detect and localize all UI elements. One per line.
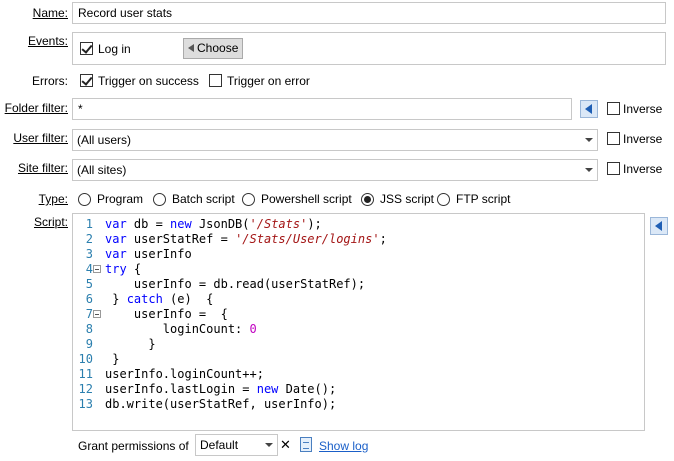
code-text: db.write(userStatRef, userInfo); — [105, 397, 337, 411]
line-number: 5 — [85, 277, 93, 291]
choose-button[interactable]: Choose — [183, 38, 243, 59]
folder-filter-picker-button[interactable] — [580, 100, 598, 118]
name-input[interactable]: Record user stats — [72, 2, 666, 24]
type-radio-powershell[interactable] — [242, 193, 255, 206]
line-number: 9 — [85, 337, 93, 351]
line-number: 13 — [78, 397, 93, 411]
type-radio-ftp[interactable] — [437, 193, 450, 206]
document-icon — [300, 437, 312, 452]
folder-filter-input[interactable]: * — [72, 98, 572, 120]
code-text: } — [105, 352, 120, 366]
code-text: var db = new JsonDB('/Stats'); — [105, 217, 322, 231]
code-text: } catch (e) { — [105, 292, 214, 306]
type-label-jss: JSS script — [380, 192, 435, 206]
line-number: 7 — [85, 307, 93, 321]
code-text: loginCount: 0 — [105, 322, 257, 336]
code-text: } — [105, 337, 156, 351]
trigger-success-checkbox[interactable] — [80, 74, 93, 87]
user-filter-inverse-label: Inverse — [623, 132, 663, 146]
type-radio-jss[interactable] — [361, 193, 374, 206]
code-text: var userStatRef = '/Stats/User/logins'; — [105, 232, 387, 246]
chevron-down-icon — [265, 443, 273, 447]
line-number: 10 — [78, 352, 93, 366]
code-text: var userInfo — [105, 247, 192, 261]
folder-filter-inverse-label: Inverse — [623, 102, 663, 116]
code-text: try { — [105, 262, 142, 276]
site-filter-inverse-label: Inverse — [623, 162, 663, 176]
events-label: Events: — [27, 34, 68, 48]
line-number: 11 — [78, 367, 93, 381]
clear-icon[interactable]: ✕ — [280, 438, 291, 452]
type-label-ftp: FTP script — [456, 192, 511, 206]
events-box — [72, 32, 666, 65]
script-editor[interactable]: 1 var db = new JsonDB('/Stats'); 2 var user… — [72, 213, 645, 431]
login-label: Log in — [98, 42, 131, 56]
arrow-left-icon — [655, 221, 662, 231]
site-filter-label: Site filter: — [17, 161, 68, 175]
user-filter-label: User filter: — [13, 131, 68, 145]
line-number: 12 — [78, 382, 93, 396]
code-text: userInfo = { — [105, 307, 228, 321]
code-text: userInfo.lastLogin = new Date(); — [105, 382, 337, 396]
line-number: 4 — [85, 262, 93, 276]
arrow-left-icon — [585, 104, 592, 114]
name-label: Name: — [32, 6, 68, 20]
code-text: userInfo = db.read(userStatRef); — [105, 277, 366, 291]
user-filter-select[interactable]: (All users) — [72, 129, 598, 151]
script-label: Script: — [33, 215, 68, 229]
folder-filter-label: Folder filter: — [4, 101, 68, 115]
type-radio-batch[interactable] — [153, 193, 166, 206]
line-number: 1 — [85, 217, 93, 231]
show-log-link[interactable]: Show log — [319, 439, 368, 453]
script-insert-button[interactable] — [650, 217, 668, 235]
choose-arrow-icon — [188, 44, 194, 52]
user-filter-inverse-checkbox[interactable] — [607, 132, 620, 145]
site-filter-select[interactable]: (All sites) — [72, 159, 598, 181]
chevron-down-icon — [585, 168, 593, 172]
code-text: userInfo.loginCount++; — [105, 367, 264, 381]
trigger-error-checkbox[interactable] — [209, 74, 222, 87]
line-number: 8 — [85, 322, 93, 336]
fold-collapse-icon[interactable] — [93, 265, 101, 273]
folder-filter-inverse-checkbox[interactable] — [607, 102, 620, 115]
line-number: 3 — [85, 247, 93, 261]
type-label-powershell: Powershell script — [261, 192, 352, 206]
grant-permissions-select[interactable]: Default — [195, 434, 278, 456]
type-label-program: Program — [97, 192, 144, 206]
type-label-batch: Batch script — [172, 192, 235, 206]
trigger-success-label: Trigger on success — [98, 74, 199, 88]
fold-collapse-icon[interactable] — [93, 310, 101, 318]
line-number: 6 — [85, 292, 93, 306]
type-label: Type: — [38, 192, 68, 206]
chevron-down-icon — [585, 138, 593, 142]
type-radio-program[interactable] — [78, 193, 91, 206]
trigger-error-label: Trigger on error — [227, 74, 310, 88]
grant-permissions-label: Grant permissions of — [78, 439, 189, 453]
line-number: 2 — [85, 232, 93, 246]
site-filter-inverse-checkbox[interactable] — [607, 162, 620, 175]
errors-label: Errors: — [32, 74, 68, 88]
login-checkbox[interactable] — [80, 42, 93, 55]
